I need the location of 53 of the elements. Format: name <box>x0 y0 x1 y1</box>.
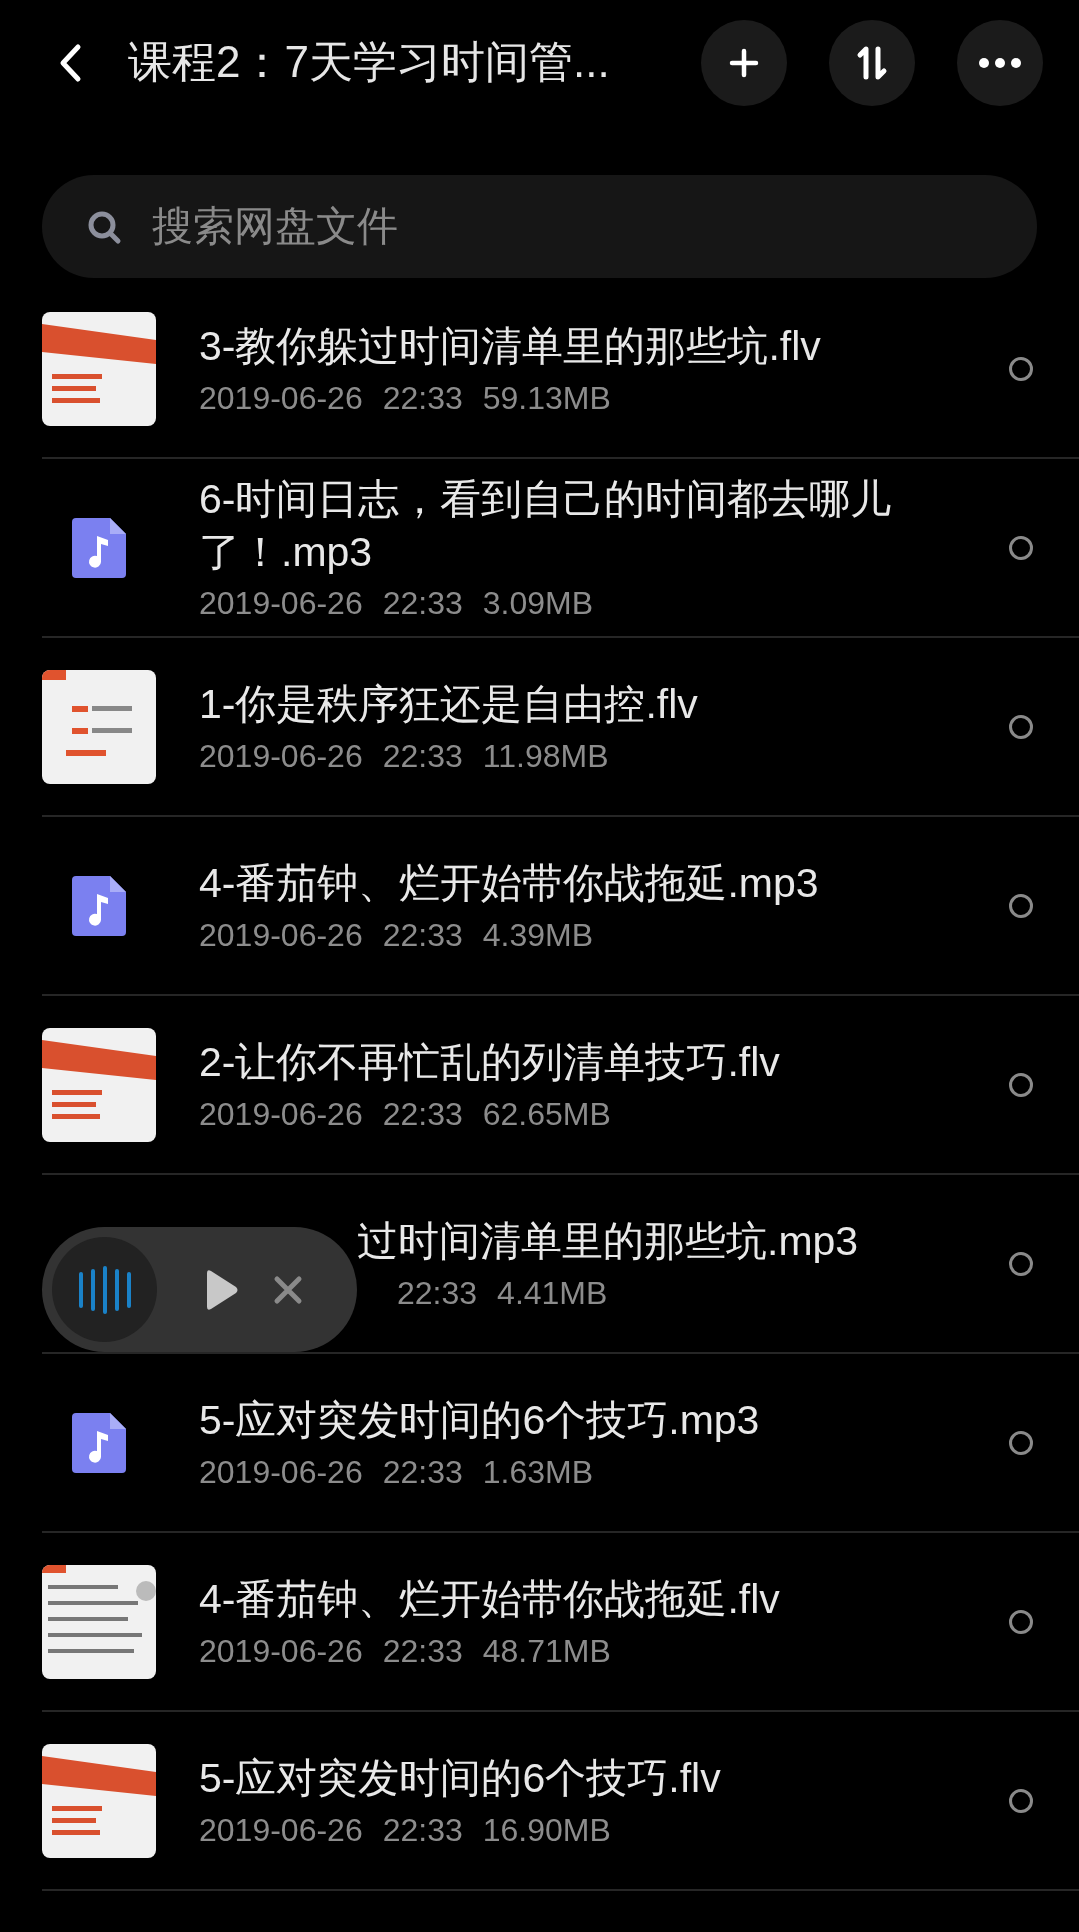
file-date: 2019-06-26 <box>199 1811 363 1849</box>
file-size: 11.98MB <box>482 737 609 775</box>
file-date: 2019-06-26 <box>199 916 363 954</box>
file-size: 4.39MB <box>482 916 594 954</box>
music-file-icon <box>72 875 126 936</box>
file-time: 22:33 <box>382 737 463 775</box>
file-name[interactable]: 4-番茄钟、烂开始带你战拖延.mp3 <box>199 857 919 911</box>
select-radio[interactable] <box>1009 356 1033 381</box>
file-date: 2019-06-26 <box>199 1095 363 1133</box>
file-time: 22:33 <box>397 1274 478 1312</box>
file-name[interactable]: 1-你是秩序狂还是自由控.flv <box>199 678 919 732</box>
music-file-icon <box>72 1412 126 1473</box>
file-size: 4.41MB <box>497 1274 608 1312</box>
file-name[interactable]: 4-番茄钟、烂开始带你战拖延.flv <box>199 1573 919 1627</box>
plus-icon <box>729 47 759 78</box>
file-name[interactable]: 3-教你躲过时间清单里的那些坑.flv <box>199 320 919 374</box>
file-name[interactable]: 5-应对突发时间的6个技巧.flv <box>199 1752 919 1806</box>
search-field[interactable]: 搜索网盘文件 <box>42 175 1037 278</box>
file-size: 16.90MB <box>482 1811 611 1849</box>
file-size: 1.63MB <box>482 1453 594 1491</box>
select-radio[interactable] <box>1009 1430 1033 1455</box>
file-name[interactable]: 2-让你不再忙乱的列清单技巧.flv <box>199 1036 919 1090</box>
file-date: 2019-06-26 <box>199 737 363 775</box>
close-button[interactable] <box>273 1274 303 1305</box>
file-date: 2019-06-26 <box>199 379 363 417</box>
file-time: 22:33 <box>382 1811 463 1849</box>
file-name[interactable]: 过时间清单里的那些坑.mp3 <box>357 1215 917 1269</box>
file-name[interactable]: 6-时间日志，看到自己的时间都去哪儿了！.mp3 <box>199 472 919 580</box>
file-size: 59.13MB <box>482 379 611 417</box>
more-icon <box>978 56 1022 69</box>
file-time: 22:33 <box>382 585 463 623</box>
select-radio[interactable] <box>1009 1251 1033 1276</box>
file-date: 2019-06-26 <box>199 1453 363 1491</box>
select-radio[interactable] <box>1009 1788 1033 1813</box>
file-time: 22:33 <box>382 1453 463 1491</box>
file-time: 22:33 <box>382 916 463 954</box>
file-size: 62.65MB <box>482 1095 611 1133</box>
file-date: 2019-06-26 <box>199 1632 363 1670</box>
file-size: 48.71MB <box>482 1632 611 1670</box>
select-radio[interactable] <box>1009 893 1033 918</box>
file-time: 22:33 <box>382 379 463 417</box>
folder-title: 课程2：7天学习时间管... <box>128 36 611 88</box>
file-name[interactable]: 5-应对突发时间的6个技巧.mp3 <box>199 1394 919 1448</box>
select-radio[interactable] <box>1009 1609 1033 1634</box>
music-file-icon <box>72 517 126 578</box>
search-field[interactable]: 搜索网盘文件 <box>150 202 1037 251</box>
select-radio[interactable] <box>1009 1072 1033 1097</box>
select-radio[interactable] <box>1009 535 1033 560</box>
file-time: 22:33 <box>382 1632 463 1670</box>
file-date: 2019-06-26 <box>199 585 363 623</box>
file-size: 3.09MB <box>482 585 594 623</box>
file-time: 22:33 <box>382 1095 463 1133</box>
select-radio[interactable] <box>1009 714 1033 739</box>
